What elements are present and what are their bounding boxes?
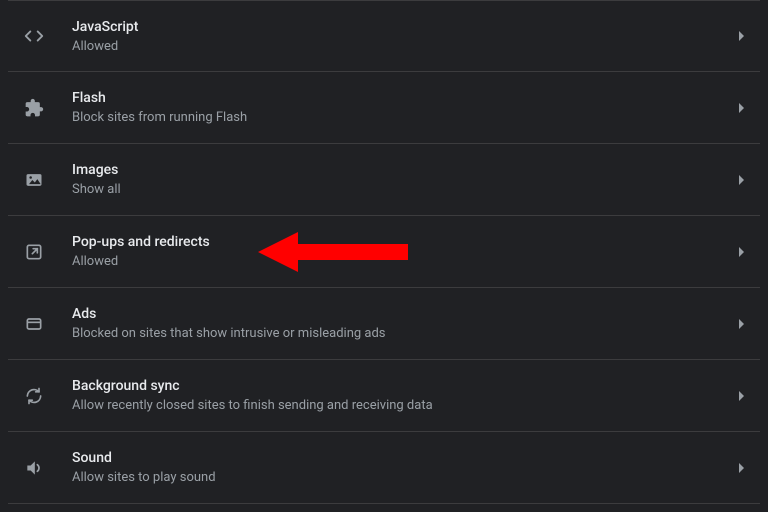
setting-row-sound[interactable]: Sound Allow sites to play sound bbox=[8, 432, 760, 504]
setting-subtitle: Allow recently closed sites to finish se… bbox=[72, 398, 731, 413]
window-icon bbox=[20, 310, 48, 338]
setting-subtitle: Allowed bbox=[72, 254, 731, 269]
setting-row-images[interactable]: Images Show all bbox=[8, 144, 760, 216]
chevron-right-icon bbox=[739, 31, 744, 41]
setting-title: Background sync bbox=[72, 378, 731, 394]
setting-title: Ads bbox=[72, 306, 731, 322]
setting-subtitle: Show all bbox=[72, 182, 731, 197]
setting-title: Sound bbox=[72, 450, 731, 466]
sync-icon bbox=[20, 382, 48, 410]
setting-subtitle: Blocked on sites that show intrusive or … bbox=[72, 326, 731, 341]
setting-texts: Ads Blocked on sites that show intrusive… bbox=[72, 306, 731, 341]
chevron-right-icon bbox=[739, 103, 744, 113]
setting-subtitle: Block sites from running Flash bbox=[72, 110, 731, 125]
chevron-right-icon bbox=[739, 391, 744, 401]
setting-title: Pop-ups and redirects bbox=[72, 234, 731, 250]
setting-row-background-sync[interactable]: Background sync Allow recently closed si… bbox=[8, 360, 760, 432]
puzzle-icon bbox=[20, 94, 48, 122]
settings-list: JavaScript Allowed Flash Block sites fro… bbox=[8, 0, 760, 504]
image-icon bbox=[20, 166, 48, 194]
setting-subtitle: Allow sites to play sound bbox=[72, 470, 731, 485]
setting-title: JavaScript bbox=[72, 19, 731, 35]
code-icon bbox=[20, 22, 48, 50]
setting-texts: JavaScript Allowed bbox=[72, 19, 731, 54]
setting-texts: Images Show all bbox=[72, 162, 731, 197]
chevron-right-icon bbox=[739, 175, 744, 185]
setting-texts: Pop-ups and redirects Allowed bbox=[72, 234, 731, 269]
setting-subtitle: Allowed bbox=[72, 39, 731, 54]
setting-row-javascript[interactable]: JavaScript Allowed bbox=[8, 0, 760, 72]
chevron-right-icon bbox=[739, 463, 744, 473]
setting-row-popups[interactable]: Pop-ups and redirects Allowed bbox=[8, 216, 760, 288]
chevron-right-icon bbox=[739, 247, 744, 257]
popup-icon bbox=[20, 238, 48, 266]
setting-row-ads[interactable]: Ads Blocked on sites that show intrusive… bbox=[8, 288, 760, 360]
chevron-right-icon bbox=[739, 319, 744, 329]
setting-texts: Sound Allow sites to play sound bbox=[72, 450, 731, 485]
setting-texts: Flash Block sites from running Flash bbox=[72, 90, 731, 125]
setting-title: Flash bbox=[72, 90, 731, 106]
setting-texts: Background sync Allow recently closed si… bbox=[72, 378, 731, 413]
setting-row-flash[interactable]: Flash Block sites from running Flash bbox=[8, 72, 760, 144]
setting-title: Images bbox=[72, 162, 731, 178]
sound-icon bbox=[20, 454, 48, 482]
